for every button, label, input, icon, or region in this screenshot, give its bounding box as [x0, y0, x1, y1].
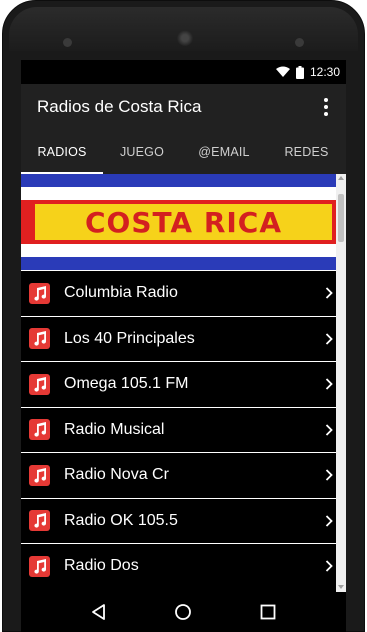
recents-icon[interactable] [256, 600, 280, 624]
scrollbar[interactable] [336, 174, 346, 592]
chevron-right-icon [324, 515, 334, 527]
list-item[interactable]: Radio Dos [21, 543, 346, 589]
chevron-right-icon [324, 287, 334, 299]
station-label: Radio Musical [64, 420, 165, 438]
banner-title: COSTA RICA [84, 205, 283, 239]
content-area: COSTA RICA Columbia Radio Los 40 Princip… [21, 174, 346, 592]
list-item[interactable]: Radio Nova Cr [21, 452, 346, 498]
phone-screen: 12:30 Radios de Costa Rica RADIOS JUEGO … [21, 60, 346, 632]
front-camera-icon [63, 38, 72, 47]
station-label: Radio Nova Cr [64, 466, 169, 484]
station-label: Radio OK 105.5 [64, 511, 178, 529]
tab-juego[interactable]: JUEGO [103, 130, 181, 174]
tab-radios[interactable]: RADIOS [21, 130, 103, 174]
chevron-right-icon [324, 333, 334, 345]
list-item[interactable]: Radio OK 105.5 [21, 497, 346, 543]
flag-stripe-white-bottom [21, 244, 346, 257]
status-time: 12:30 [309, 65, 340, 79]
chevron-right-icon [324, 378, 334, 390]
music-note-icon [29, 419, 50, 441]
station-label: Radio Dos [64, 557, 139, 575]
list-item[interactable]: Columbia Radio [21, 270, 346, 316]
music-note-icon [29, 373, 50, 395]
station-label: Columbia Radio [64, 284, 178, 302]
scroll-down-arrow-icon[interactable] [338, 584, 344, 590]
home-icon[interactable] [171, 600, 195, 624]
music-note-icon [29, 464, 50, 486]
chevron-right-icon [324, 469, 334, 481]
costa-rica-banner: COSTA RICA [21, 174, 346, 270]
battery-icon [295, 65, 304, 79]
back-icon[interactable] [87, 600, 111, 624]
music-note-icon [29, 510, 50, 532]
scroll-up-arrow-icon[interactable] [338, 175, 344, 181]
wifi-icon [275, 66, 290, 78]
station-label: Omega 105.1 FM [64, 375, 189, 393]
earpiece-speaker [177, 30, 193, 46]
list-item[interactable]: Radio Musical [21, 406, 346, 452]
chevron-right-icon [324, 424, 334, 436]
music-note-icon [29, 555, 50, 577]
app-bar: Radios de Costa Rica [21, 84, 346, 130]
tab-redes[interactable]: REDES [267, 130, 346, 174]
more-vert-icon[interactable] [316, 98, 336, 116]
chevron-right-icon [324, 560, 334, 572]
app-title: Radios de Costa Rica [37, 97, 202, 116]
flag-stripe-blue-top [21, 174, 346, 187]
station-label: Los 40 Principales [64, 329, 195, 347]
music-note-icon [29, 282, 50, 304]
list-item[interactable]: Omega 105.1 FM [21, 361, 346, 407]
tab-email[interactable]: @EMAIL [181, 130, 267, 174]
music-note-icon [29, 328, 50, 350]
system-nav-bar [21, 592, 346, 632]
flag-stripe-blue-bottom [21, 257, 346, 270]
status-bar: 12:30 [21, 60, 346, 84]
sensor-icon [295, 38, 304, 47]
station-list: Columbia Radio Los 40 Principales Omega … [21, 270, 346, 589]
scrollbar-thumb[interactable] [338, 194, 344, 242]
list-item[interactable]: Los 40 Principales [21, 315, 346, 361]
flag-stripe-white-top [21, 187, 346, 200]
tab-bar: RADIOS JUEGO @EMAIL REDES [21, 130, 346, 174]
